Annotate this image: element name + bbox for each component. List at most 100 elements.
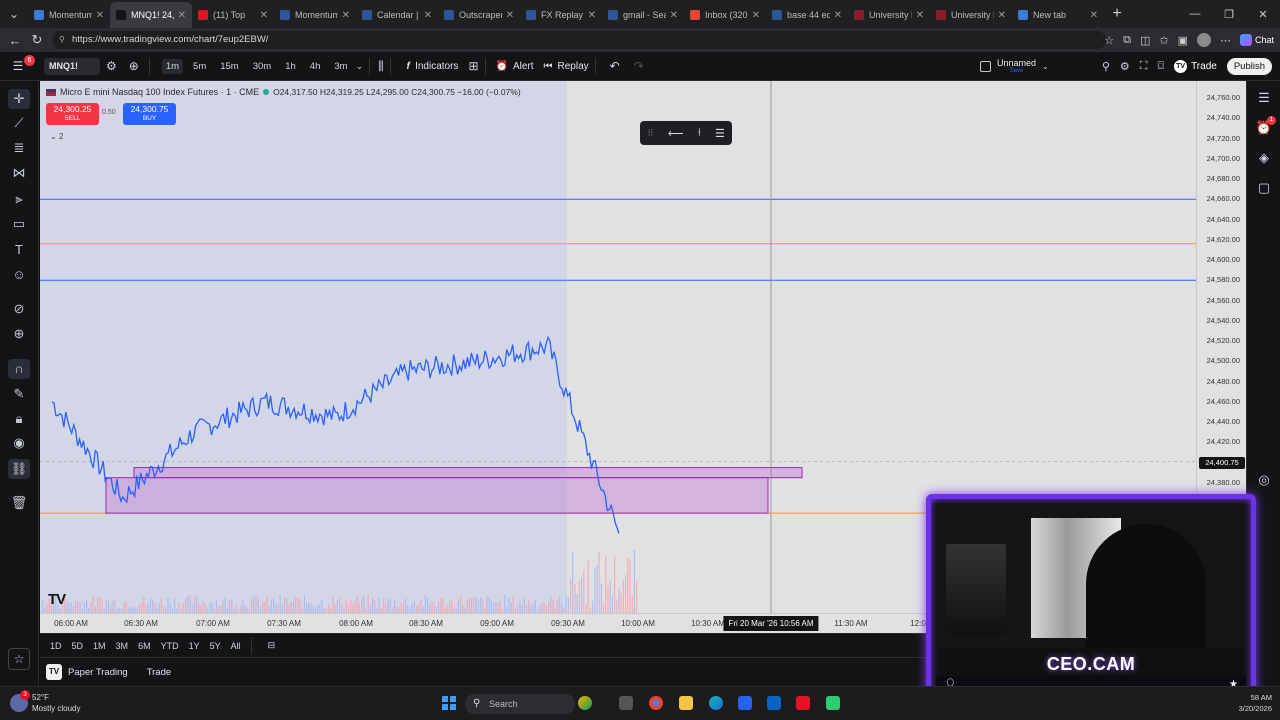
trend-line-icon[interactable]: ⟋ (8, 113, 30, 133)
browser-tab[interactable]: Calendar | F… ✕ (356, 2, 438, 28)
settings-gear-icon[interactable]: ⚙ (1120, 60, 1130, 73)
more-menu-icon[interactable]: ⋯ (1220, 34, 1231, 47)
symbol-search[interactable]: MNQ1! (44, 57, 100, 75)
maximize-icon[interactable]: ❐ (1212, 0, 1246, 28)
browser-tab[interactable]: New tab ✕ (1012, 2, 1104, 28)
interval-option[interactable]: 15m (216, 59, 242, 74)
eye-icon[interactable]: ◉ (8, 433, 30, 453)
task-view-icon[interactable] (619, 696, 633, 710)
range-option[interactable]: 5Y (210, 641, 221, 651)
browser-tab[interactable]: base 44 edu… ✕ (766, 2, 848, 28)
chat-button[interactable]: Chat (1239, 34, 1274, 46)
bookmark-star-icon[interactable]: ☆ (1104, 34, 1114, 47)
alerts-icon[interactable]: ⏰ 1 (1255, 116, 1276, 137)
copilot-app-icon[interactable] (578, 696, 592, 710)
tab-close-icon[interactable]: ✕ (834, 10, 842, 21)
range-option[interactable]: 6M (138, 641, 151, 651)
range-option[interactable]: 3M (116, 641, 129, 651)
windows-start-icon[interactable] (442, 696, 456, 710)
minimize-icon[interactable]: — (1178, 0, 1212, 28)
app-icon[interactable] (826, 696, 840, 710)
store-app-icon[interactable] (738, 696, 752, 710)
profile-avatar[interactable] (1196, 33, 1211, 47)
back-arrow-icon[interactable]: ← (4, 33, 26, 48)
youtube-app-icon[interactable] (796, 696, 810, 710)
tab-close-icon[interactable]: ✕ (260, 10, 268, 21)
watchlist-icon[interactable]: ☰ (1255, 89, 1273, 107)
favorites-star-icon[interactable]: ☆ (8, 648, 30, 670)
publish-button[interactable]: Publish (1226, 58, 1272, 75)
replay-button[interactable]: ⏮ Replay (544, 61, 589, 72)
tab-close-icon[interactable]: ✕ (424, 10, 432, 21)
tab-close-icon[interactable]: ✕ (916, 10, 924, 21)
system-clock[interactable]: 58 AM 3/20/2026 (1239, 692, 1272, 714)
browser-tab[interactable]: gmail - Sea… ✕ (602, 2, 684, 28)
file-explorer-icon[interactable] (679, 696, 693, 710)
text-icon[interactable]: T (8, 240, 30, 260)
tab-close-icon[interactable]: ✕ (178, 10, 186, 21)
extensions-icon[interactable]: ⧉ (1123, 34, 1131, 47)
taskbar-search[interactable]: ⚲ Search (465, 694, 575, 714)
tab-close-icon[interactable]: ✕ (588, 10, 596, 21)
interval-option[interactable]: 4h (306, 59, 325, 74)
url-field[interactable]: ⚲ https://www.tradingview.com/chart/7eup… (52, 31, 1106, 49)
alert-button[interactable]: ⏰ Alert (496, 61, 534, 72)
browser-tab[interactable]: Momentum Revenue ✕ (28, 2, 110, 28)
symbol-settings-icon[interactable]: ⚙ (106, 59, 117, 73)
candle-type-icon[interactable]: ⫼ (378, 59, 384, 74)
close-window-icon[interactable]: ✕ (1246, 0, 1280, 28)
range-option[interactable]: 1M (93, 641, 106, 651)
chat-icon[interactable]: ▢ (1255, 179, 1273, 197)
split-screen-icon[interactable]: ◫ (1140, 34, 1150, 47)
indicator-count[interactable]: ⌄ 2 (50, 132, 63, 141)
trash-icon[interactable]: 🗑︎ (8, 493, 30, 513)
outlook-app-icon[interactable] (767, 696, 781, 710)
pattern-icon[interactable]: ⋈ (8, 163, 30, 183)
lock-icon[interactable]: 🔒︎ (8, 409, 30, 429)
tab-close-icon[interactable]: ✕ (670, 10, 678, 21)
interval-dropdown-icon[interactable]: ⌄ (356, 61, 364, 72)
chrome-app-icon[interactable] (649, 696, 663, 710)
interval-option[interactable]: 1m (161, 58, 184, 74)
interval-option[interactable]: 30m (249, 59, 275, 74)
link-icon[interactable]: ⛓︎ (8, 459, 30, 479)
rectangle-icon[interactable]: ▭ (8, 214, 30, 234)
range-option[interactable]: All (231, 641, 241, 651)
trade-button[interactable]: TV Trade (1174, 60, 1217, 73)
tab-close-icon[interactable]: ✕ (506, 10, 514, 21)
range-option[interactable]: 5D (72, 641, 84, 651)
browser-tab[interactable]: University P… ✕ (930, 2, 1012, 28)
tab-close-icon[interactable]: ✕ (342, 10, 350, 21)
layout-selector[interactable]: Unnamed Save ⌄ (980, 52, 1049, 81)
browser-tab[interactable]: (11) Top ✕ (192, 2, 274, 28)
buy-button[interactable]: 24,300.75 BUY (123, 103, 176, 125)
range-option[interactable]: 1Y (189, 641, 200, 651)
browser-tab[interactable]: MNQ1! 24,3… ✕ (110, 2, 192, 28)
paper-trading-label[interactable]: Paper Trading (68, 667, 128, 678)
browser-tab[interactable]: University P… ✕ (848, 2, 930, 28)
quick-search-icon[interactable]: ⚲ (1102, 60, 1110, 73)
tradingview-logo[interactable]: TV (48, 591, 66, 608)
magnet-icon[interactable]: ∩ (8, 359, 30, 379)
collections-icon[interactable]: ▣ (1178, 34, 1188, 47)
range-option[interactable]: YTD (161, 641, 179, 651)
new-tab-plus-icon[interactable]: + (1104, 5, 1130, 23)
tab-close-icon[interactable]: ✕ (96, 10, 104, 21)
layers-icon[interactable]: ◈ (1255, 149, 1273, 167)
indicators-button[interactable]: 𝒇 Indicators (407, 61, 459, 72)
reload-icon[interactable]: ↻ (26, 32, 48, 48)
lines-menu-icon[interactable]: ☰ (715, 127, 725, 140)
tab-trade[interactable]: Trade (142, 665, 176, 680)
tab-close-icon[interactable]: ✕ (1090, 10, 1098, 21)
pencil-lock-icon[interactable]: ✎ (8, 384, 30, 404)
undo-icon[interactable]: ↶ (610, 59, 620, 73)
browser-tab[interactable]: Momentum ✕ (274, 2, 356, 28)
target-icon[interactable]: ◎ (1255, 471, 1273, 489)
tab-search-chevron-icon[interactable]: ⌄ (0, 0, 28, 28)
interval-option[interactable]: 5m (189, 59, 210, 74)
browser-tab[interactable]: Outscraper ✕ (438, 2, 520, 28)
range-option[interactable]: 1D (50, 641, 62, 651)
interval-option[interactable]: 3m (330, 59, 351, 74)
site-info-icon[interactable]: ⚲ (59, 31, 65, 49)
compare-plus-icon[interactable]: ⊕ (129, 59, 139, 73)
